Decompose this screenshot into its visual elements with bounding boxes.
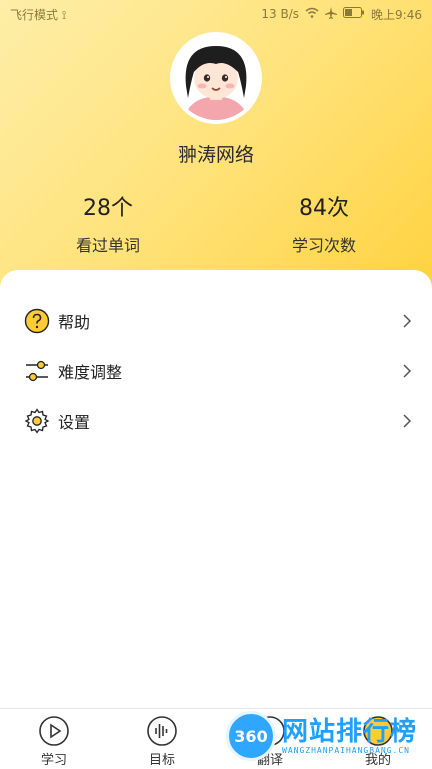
username: 翀涛网络 (177, 144, 254, 166)
watermark-sub-text: WANGZHANPAIHANGBANG.CN (282, 745, 410, 755)
chevron-right-icon (403, 314, 412, 328)
menu-card: 帮助 难度调整 设置 (0, 270, 432, 708)
menu-item-help[interactable]: 帮助 (0, 297, 432, 345)
menu-label: 难度调整 (58, 363, 123, 382)
network-speed: 13 B/s (261, 7, 300, 21)
menu-item-difficulty[interactable]: 难度调整 (0, 347, 432, 395)
tab-goal[interactable]: 目标 (108, 709, 216, 769)
soundwave-icon (147, 716, 177, 746)
watermark-logo: 360 网站排行榜 WANGZHANPAIHANGBANG.CN (226, 706, 426, 766)
stat-words-seen: 28个 看过单词 (0, 190, 216, 256)
chevron-right-icon (403, 364, 412, 378)
stat-label: 看过单词 (75, 236, 140, 255)
stat-value: 84次 (299, 196, 349, 221)
gear-icon (24, 408, 50, 434)
airplane-icon (325, 6, 338, 22)
play-icon (39, 716, 69, 746)
status-time: 晚上9:46 (371, 7, 422, 22)
menu-item-settings[interactable]: 设置 (0, 397, 432, 445)
menu-label: 帮助 (58, 313, 91, 332)
avatar[interactable] (170, 32, 262, 124)
stat-study-count: 84次 学习次数 (216, 190, 432, 256)
watermark-main-text: 网站排行榜 (282, 716, 418, 747)
tab-label: 学习 (40, 753, 67, 768)
stat-label: 学习次数 (291, 236, 356, 255)
status-bar: 飞行模式 ⟟ 13 B/s 晚上9:46 (0, 0, 432, 28)
profile-header: 飞行模式 ⟟ 13 B/s 晚上9:46 翀涛网络 28个 看过单词 84次 学… (0, 0, 432, 300)
tab-label: 目标 (148, 753, 175, 768)
chevron-right-icon (403, 414, 412, 428)
watermark-badge: 360 (226, 711, 276, 761)
help-icon (24, 308, 50, 334)
menu-label: 设置 (58, 413, 91, 432)
sliders-icon (26, 360, 48, 382)
status-left-text: 飞行模式 ⟟ (10, 7, 67, 22)
battery-icon (343, 7, 365, 21)
wifi-icon (305, 7, 319, 22)
tab-study[interactable]: 学习 (0, 709, 108, 769)
girl-avatar-icon (174, 36, 258, 120)
stat-value: 28个 (83, 196, 133, 221)
